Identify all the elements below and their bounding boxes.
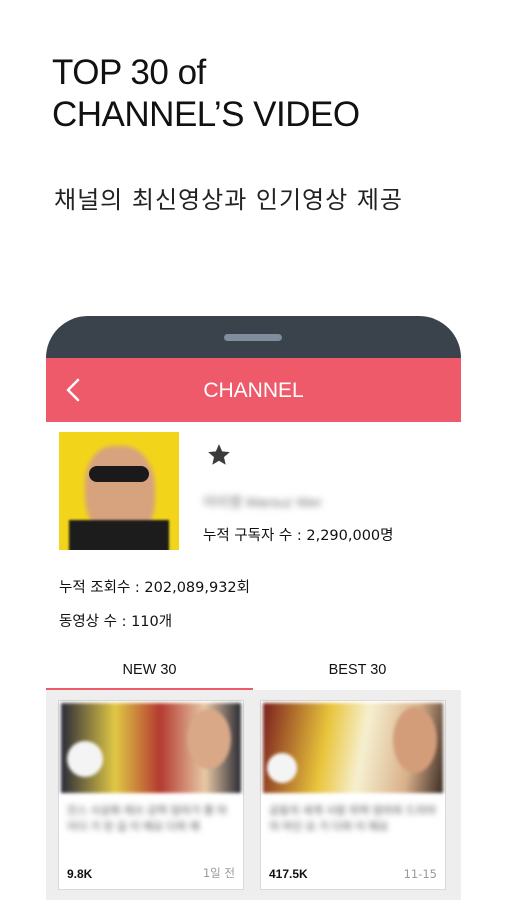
video-views: 9.8K (67, 867, 93, 881)
thumbnail-logo (67, 741, 103, 777)
video-date: 11-15 (403, 867, 437, 881)
subscriber-count: 누적 구독자 수 : 2,290,000명 (203, 528, 394, 544)
video-card[interactable]: 진스 사공화 레쓰 강력 엄마가 좋 마이다 가 된 길 이 에요 다와 왜 9… (58, 700, 244, 890)
phone-speaker (224, 334, 282, 341)
tab-best-30[interactable]: BEST 30 (254, 654, 461, 688)
thumbnail-face (187, 709, 231, 769)
video-title: 공동의 세계 사람 위력 엄마와 드라마 의 마인 요 거 다와 이 에요 (269, 805, 437, 833)
thumbnail-logo (267, 753, 297, 783)
phone-mockup: CHANNEL 아미엠 Warsuz Wer 누적 구독자 수 : 2,290,… (46, 316, 461, 900)
video-title: 진스 사공화 레쓰 강력 엄마가 좋 마이다 가 된 길 이 에요 다와 왜 (67, 805, 228, 833)
thumbnail-face (393, 707, 437, 773)
tab-new-30[interactable]: NEW 30 (46, 654, 253, 690)
star-icon[interactable] (206, 442, 232, 468)
channel-avatar (59, 432, 179, 550)
headline-line-1: TOP 30 of (52, 53, 206, 92)
app-bar-title: CHANNEL (203, 379, 304, 402)
video-thumbnail (61, 703, 241, 793)
video-views: 417.5K (269, 867, 308, 881)
phone-frame-top (46, 316, 461, 358)
video-thumbnail (263, 703, 443, 793)
channel-name: 아미엠 Warsuz Wer (203, 494, 322, 510)
avatar-glasses (89, 466, 149, 482)
video-tabs: NEW 30 BEST 30 (46, 654, 461, 690)
avatar-shirt (69, 520, 169, 550)
headline-line-2: CHANNEL’S VIDEO (52, 95, 360, 134)
total-views: 누적 조회수 : 202,089,932회 (59, 580, 250, 596)
app-bar: CHANNEL (46, 358, 461, 422)
promo-subheadline: 채널의 최신영상과 인기영상 제공 (54, 186, 404, 214)
video-card[interactable]: 공동의 세계 사람 위력 엄마와 드라마 의 마인 요 거 다와 이 에요 41… (260, 700, 446, 890)
video-count: 동영상 수 : 110개 (59, 614, 173, 630)
promo-headline: TOP 30 of CHANNEL’S VIDEO (52, 52, 360, 136)
video-date: 1일 전 (202, 866, 235, 880)
